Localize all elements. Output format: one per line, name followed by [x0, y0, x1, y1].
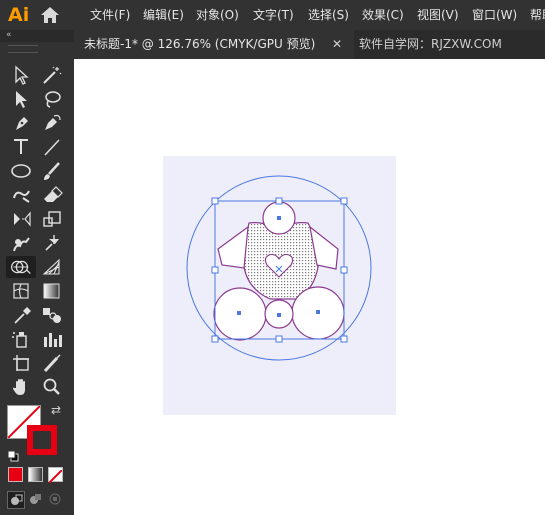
swap-colors-icon[interactable]: ⇄ [51, 403, 65, 417]
color-mode-button[interactable] [8, 467, 23, 482]
draw-inside-icon[interactable] [47, 491, 63, 507]
document-tab-active[interactable]: 未标题-1* @ 126.76% (CMYK/GPU 预览) ✕ [74, 30, 354, 59]
left-arm-shape[interactable] [217, 225, 249, 269]
direct-selection-tool-icon[interactable] [8, 88, 36, 110]
hand-tool-icon[interactable] [8, 376, 36, 398]
panel-grip[interactable] [8, 45, 38, 53]
menu-bar: Ai 文件(F) 编辑(E) 对象(O) 文字(T) 选择(S) 效果(C) 视… [0, 0, 545, 30]
menu-file[interactable]: 文件(F) [90, 0, 130, 30]
column-graph-tool-icon[interactable] [38, 328, 66, 350]
perspective-grid-tool-icon[interactable] [38, 256, 66, 278]
scale-tool-icon[interactable] [38, 208, 66, 230]
menu-object[interactable]: 对象(O) [196, 0, 239, 30]
line-segment-tool-icon[interactable] [38, 136, 66, 158]
symbol-sprayer-tool-icon[interactable] [8, 328, 36, 350]
paintbrush-tool-icon[interactable] [38, 160, 66, 182]
shaper-tool-icon[interactable] [8, 184, 36, 206]
zoom-tool-icon[interactable] [38, 376, 66, 398]
pen-tool-icon[interactable] [8, 112, 36, 134]
warp-tool-icon[interactable] [8, 232, 36, 254]
mesh-tool-icon[interactable] [8, 280, 36, 302]
gradient-mode-button[interactable] [28, 467, 43, 482]
gradient-tool-icon[interactable] [38, 280, 66, 302]
curvature-tool-icon[interactable] [38, 112, 66, 134]
eyedropper-tool-icon[interactable] [8, 304, 36, 326]
lasso-tool-icon[interactable] [38, 88, 66, 110]
app-logo: Ai [8, 4, 30, 26]
collapse-icon[interactable]: « [6, 30, 12, 40]
blend-tool-icon[interactable] [38, 304, 66, 326]
close-icon[interactable]: ✕ [332, 30, 342, 59]
stroke-swatch[interactable] [27, 425, 57, 455]
none-mode-button[interactable] [48, 467, 63, 484]
menu-edit[interactable]: 编辑(E) [143, 0, 184, 30]
menu-view[interactable]: 视图(V) [417, 0, 459, 30]
selection-tool-icon[interactable] [8, 64, 36, 86]
rotate-tool-icon[interactable] [8, 208, 36, 230]
document-tab-secondary[interactable]: 软件自学网：RJZXW.COM [359, 30, 502, 59]
document-tab-bar: 未标题-1* @ 126.76% (CMYK/GPU 预览) ✕ 软件自学网：R… [74, 30, 545, 59]
tools-panel: « ⇄ [0, 30, 74, 515]
panel-collapse-bar[interactable]: « [0, 30, 74, 42]
document-tab-title: 未标题-1* @ 126.76% (CMYK/GPU 预览) [84, 37, 316, 51]
ellipse-tool-icon[interactable] [8, 160, 36, 182]
free-transform-tool-icon[interactable] [38, 232, 66, 254]
menu-help[interactable]: 帮助 [530, 0, 545, 30]
type-tool-icon[interactable] [8, 136, 36, 158]
draw-behind-icon[interactable] [27, 491, 43, 507]
default-colors-icon[interactable] [7, 447, 19, 462]
home-icon[interactable] [40, 6, 60, 24]
menu-type[interactable]: 文字(T) [253, 0, 294, 30]
artboard-tool-icon[interactable] [8, 352, 36, 374]
draw-normal-icon[interactable] [7, 491, 25, 509]
magic-wand-tool-icon[interactable] [38, 64, 66, 86]
artwork[interactable] [74, 59, 545, 515]
eraser-tool-icon[interactable] [38, 184, 66, 206]
menu-effect[interactable]: 效果(C) [362, 0, 404, 30]
slice-tool-icon[interactable] [38, 352, 66, 374]
menu-window[interactable]: 窗口(W) [472, 0, 517, 30]
menu-select[interactable]: 选择(S) [308, 0, 349, 30]
canvas-area[interactable] [74, 59, 545, 515]
shape-builder-tool-icon[interactable] [6, 256, 36, 278]
